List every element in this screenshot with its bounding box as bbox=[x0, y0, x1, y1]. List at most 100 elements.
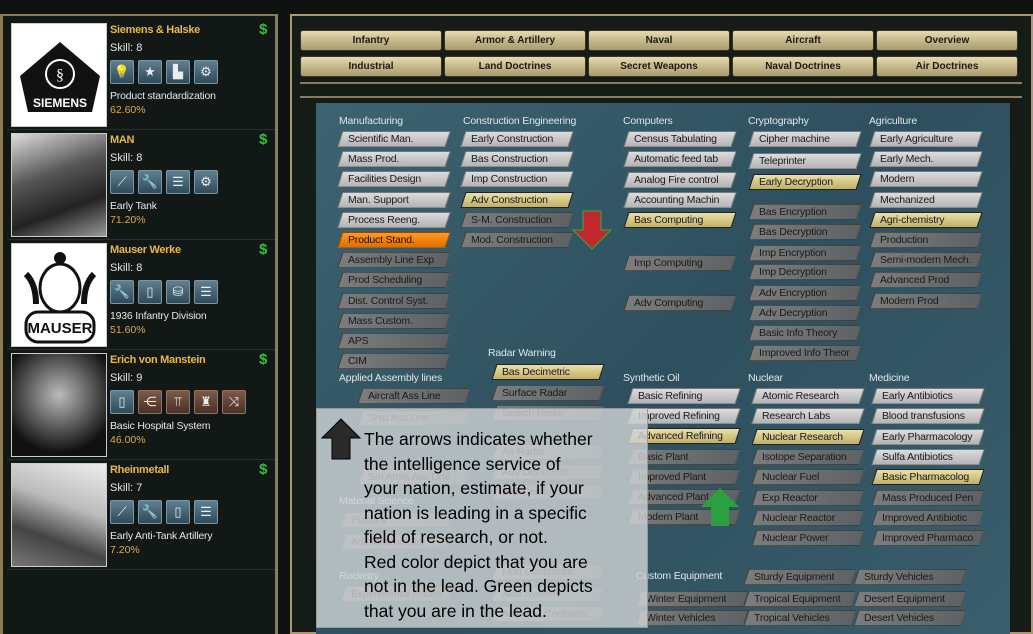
tech-button[interactable]: Mass Custom. bbox=[337, 312, 451, 329]
tech-button[interactable]: Desert Vehicles bbox=[853, 610, 967, 626]
tech-button[interactable]: Process Reeng. bbox=[337, 211, 451, 228]
tech-button[interactable]: Adv Encryption bbox=[748, 285, 862, 301]
tech-label: Exp Reactor bbox=[762, 491, 818, 504]
tech-button[interactable]: Accounting Machin bbox=[623, 192, 737, 208]
tech-button[interactable]: Bas Encryption bbox=[748, 204, 862, 220]
tech-button[interactable]: Desert Equipment bbox=[853, 591, 967, 607]
tech-button[interactable]: Mass Produced Pen bbox=[871, 489, 985, 506]
tab-land-doctrines[interactable]: Land Doctrines bbox=[444, 56, 586, 77]
tech-button[interactable]: Nuclear Power bbox=[751, 530, 865, 547]
tech-button[interactable]: Surface Radar bbox=[491, 385, 605, 401]
tab-naval[interactable]: Naval bbox=[588, 30, 730, 51]
tech-button[interactable]: Dist. Control Syst. bbox=[337, 292, 451, 309]
tech-button[interactable]: Atomic Research bbox=[751, 388, 865, 404]
tab-secret-weapons[interactable]: Secret Weapons bbox=[588, 56, 730, 77]
divider bbox=[300, 96, 1022, 98]
tab-naval-doctrines[interactable]: Naval Doctrines bbox=[732, 56, 874, 77]
tech-button[interactable]: Imp Construction bbox=[460, 171, 574, 188]
research-team-card[interactable]: MAUSER Mauser Werke $ Skill: 8 🔧 ▯ ⛁ ☰ 1936 Infa… bbox=[7, 240, 275, 350]
tab-overview[interactable]: Overview bbox=[876, 30, 1018, 51]
tech-button[interactable]: Exp Reactor bbox=[751, 489, 865, 506]
funding-icon[interactable]: $ bbox=[259, 131, 267, 148]
funding-icon[interactable]: $ bbox=[259, 241, 267, 258]
research-team-card[interactable]: Erich von Manstein $ Skill: 9 ▯ ⋲ ⫪ ♜ ⤨ Basic Ho… bbox=[7, 350, 275, 460]
research-team-card[interactable]: § SIEMENS Siemens & Halske $ Skill: 8 💡 ★ ▙ ⚙ Pro… bbox=[7, 20, 275, 130]
tech-button[interactable]: Man. Support bbox=[337, 191, 451, 208]
tech-button[interactable]: Aircraft Ass Line bbox=[357, 388, 471, 404]
tech-button[interactable]: Bas Computing bbox=[623, 212, 737, 228]
tech-button[interactable]: Imp Computing bbox=[623, 255, 737, 271]
tech-button[interactable]: Isotope Separation bbox=[751, 448, 865, 465]
tech-button[interactable]: Automatic feed tab bbox=[623, 151, 737, 167]
tech-button[interactable]: Adv Construction bbox=[460, 191, 574, 208]
tech-button[interactable]: Bas Construction bbox=[460, 151, 574, 168]
tech-button[interactable]: Tropical Vehicles bbox=[743, 610, 857, 626]
tech-button[interactable]: Mechanized bbox=[869, 191, 983, 208]
research-team-card[interactable]: Rheinmetall $ Skill: 7 ⟋ 🔧 ▯ ☰ Early Anti-Tank … bbox=[7, 460, 275, 570]
tech-button[interactable]: Imp Encryption bbox=[748, 245, 862, 261]
tech-button[interactable]: Winter Vehicles bbox=[635, 610, 749, 626]
tech-button[interactable]: CIM bbox=[337, 353, 451, 370]
tech-button[interactable]: APS bbox=[337, 333, 451, 349]
tab-aircraft[interactable]: Aircraft bbox=[732, 30, 874, 51]
tech-button[interactable]: Modern bbox=[869, 171, 983, 188]
tech-button[interactable]: Semi-modern Mech. bbox=[869, 252, 983, 269]
tech-button[interactable]: Early Mech. bbox=[869, 151, 983, 168]
tech-button[interactable]: Basic Pharmacolog bbox=[871, 469, 985, 486]
tab-air-doctrines[interactable]: Air Doctrines bbox=[876, 56, 1018, 77]
funding-icon[interactable]: $ bbox=[259, 21, 267, 38]
tech-button[interactable]: Basic Refining bbox=[627, 388, 741, 404]
tech-button[interactable]: Production bbox=[869, 232, 983, 248]
team-skill: Skill: 8 bbox=[110, 42, 143, 54]
tech-button[interactable]: Sturdy Vehicles bbox=[853, 569, 967, 585]
tech-button[interactable]: Census Tabulating bbox=[623, 131, 737, 147]
tech-button[interactable]: Improved Pharmaco bbox=[871, 530, 985, 547]
tech-button[interactable]: Facilities Design bbox=[337, 171, 451, 188]
tech-button[interactable]: Imp Decryption bbox=[748, 264, 862, 280]
tech-button[interactable]: Cipher machine bbox=[748, 131, 862, 147]
tech-button[interactable]: Agri-chemistry bbox=[869, 211, 983, 228]
tech-button[interactable]: Early Agriculture bbox=[869, 131, 983, 147]
tech-label: Winter Equipment bbox=[646, 593, 727, 605]
tab-armor-artillery[interactable]: Armor & Artillery bbox=[444, 30, 586, 51]
team-skill: Skill: 8 bbox=[110, 262, 143, 274]
tech-button[interactable]: Basic Info Theory bbox=[748, 325, 862, 341]
tech-button[interactable]: Early Decryption bbox=[748, 174, 862, 190]
tech-button[interactable]: Scientific Man. bbox=[337, 131, 451, 147]
tech-button[interactable]: Sulfa Antibiotics bbox=[871, 448, 985, 465]
tech-button[interactable]: Prod Scheduling bbox=[337, 272, 451, 289]
tech-button[interactable]: Mod. Construction bbox=[460, 232, 574, 248]
research-team-card[interactable]: MAN $ Skill: 8 ⟋ 🔧 ☰ ⚙ Early Tank 71.20% bbox=[7, 130, 275, 240]
tech-button[interactable]: Adv Computing bbox=[623, 295, 737, 311]
tech-button[interactable]: S-M. Construction bbox=[460, 211, 574, 228]
tech-button[interactable]: Advanced Prod bbox=[869, 272, 983, 289]
tech-button[interactable]: Assembly Line Exp bbox=[337, 252, 451, 269]
tech-button[interactable]: Winter Equipment bbox=[635, 591, 749, 607]
tech-button[interactable]: Tropical Equipment bbox=[743, 591, 857, 607]
tab-industrial[interactable]: Industrial bbox=[300, 56, 442, 77]
tech-button[interactable]: Bas Decryption bbox=[748, 224, 862, 240]
tech-button[interactable]: Improved Antibiotic bbox=[871, 509, 985, 526]
funding-icon[interactable]: $ bbox=[259, 351, 267, 368]
intel-arrow-up-icon bbox=[701, 488, 739, 526]
funding-icon[interactable]: $ bbox=[259, 461, 267, 478]
tech-button[interactable]: Analog Fire control bbox=[623, 172, 737, 188]
tech-button[interactable]: Sturdy Equipment bbox=[743, 569, 857, 585]
tech-button[interactable]: Improved Info Theor bbox=[748, 345, 862, 361]
tech-button[interactable]: Teleprinter bbox=[748, 153, 862, 169]
tech-button[interactable]: Nuclear Reactor bbox=[751, 509, 865, 526]
tech-button[interactable]: Bas Decimetric bbox=[491, 364, 605, 380]
tech-button[interactable]: Research Labs bbox=[751, 408, 865, 425]
tech-button[interactable]: Early Pharmacology bbox=[871, 428, 985, 445]
tech-button[interactable]: Mass Prod. bbox=[337, 151, 451, 168]
tech-button[interactable]: Adv Decryption bbox=[748, 305, 862, 321]
tech-button[interactable]: Early Construction bbox=[460, 131, 574, 147]
tech-button[interactable]: Nuclear Fuel bbox=[751, 469, 865, 486]
tech-label: Mass Prod. bbox=[348, 153, 400, 166]
tech-button[interactable]: Product Stand. bbox=[337, 232, 451, 248]
tech-button[interactable]: Modern Prod bbox=[869, 292, 983, 309]
tech-button[interactable]: Early Antibiotics bbox=[871, 388, 985, 404]
tab-infantry[interactable]: Infantry bbox=[300, 30, 442, 51]
tech-button[interactable]: Nuclear Research bbox=[751, 428, 865, 445]
tech-button[interactable]: Blood transfusions bbox=[871, 408, 985, 425]
